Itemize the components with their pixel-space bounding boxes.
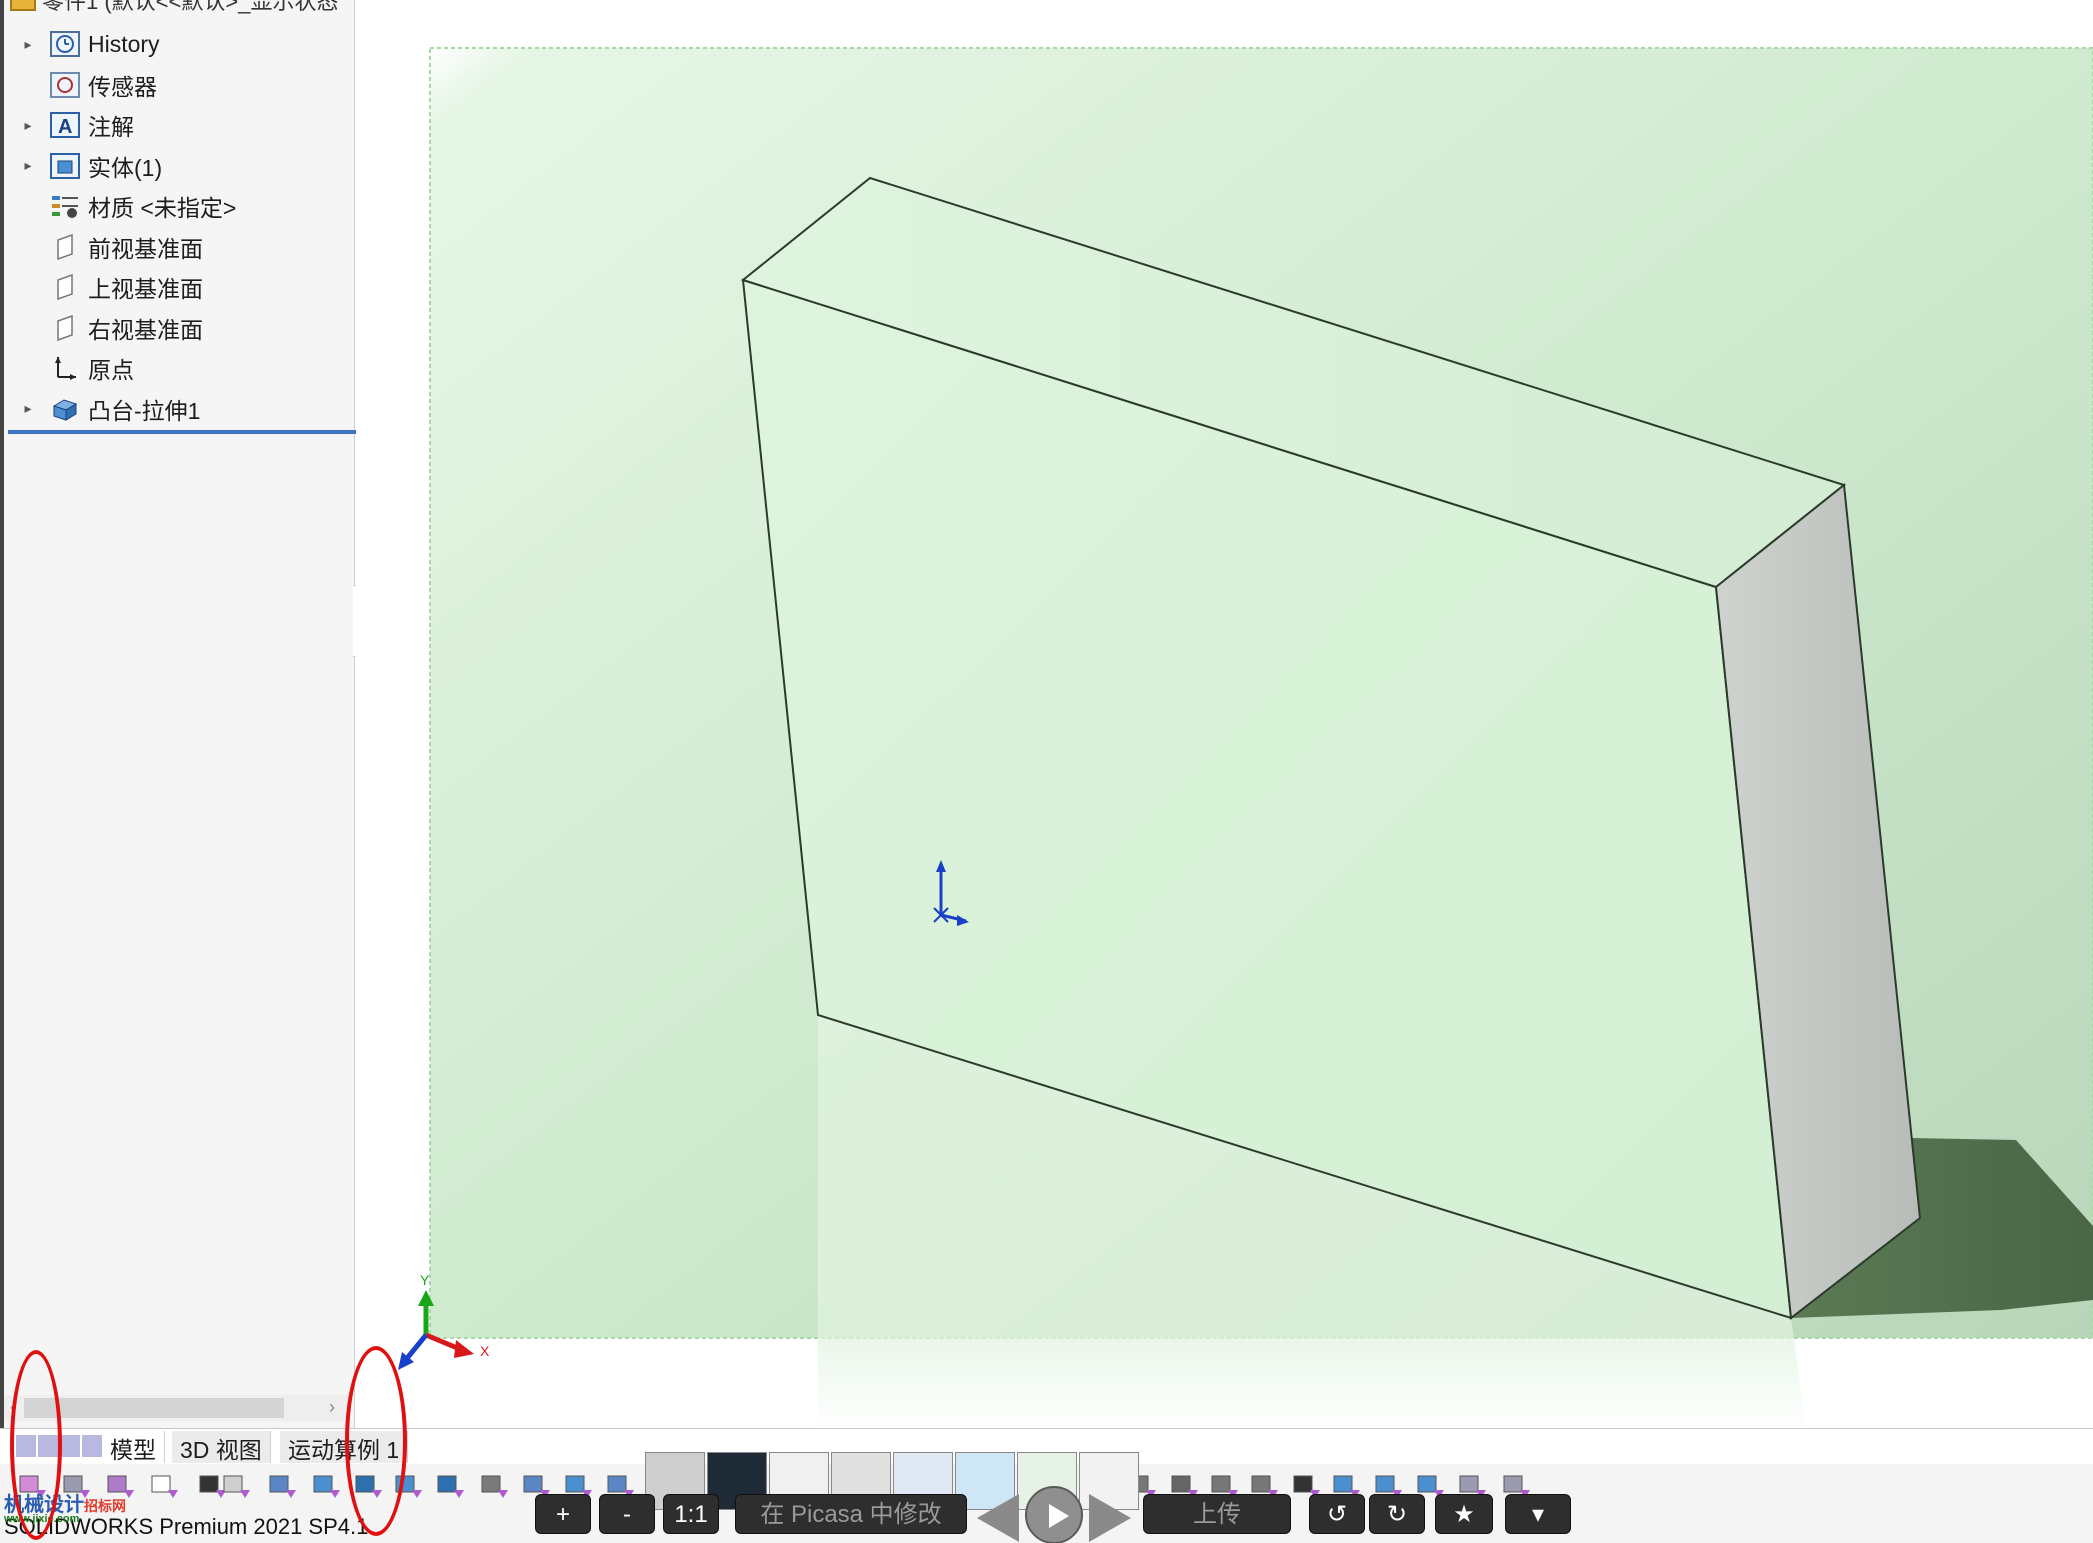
tree-item-label: 传感器 xyxy=(88,73,157,100)
tree-item-label: 原点 xyxy=(88,357,134,383)
more-options-button[interactable]: ▾ xyxy=(1505,1494,1571,1534)
upload-button[interactable]: 上传 xyxy=(1143,1494,1291,1534)
tree-item[interactable]: 前视基准面 xyxy=(4,227,354,267)
tree-item-label: 凸台-拉伸1 xyxy=(88,397,201,424)
tree-item-label: 材质 <未指定> xyxy=(88,195,237,221)
star-button[interactable]: ★ xyxy=(1435,1494,1493,1534)
watermark-accent: 招标网 xyxy=(84,1498,126,1514)
expand-arrow-icon[interactable]: ▸ xyxy=(18,400,38,417)
tree-item-label: 注解 xyxy=(88,114,134,140)
material-icon xyxy=(48,191,82,221)
svg-text:A: A xyxy=(58,116,72,138)
part-title[interactable]: 零件1 (默认<<默认>_显示状态 xyxy=(10,0,338,16)
tree-item[interactable]: 右视基准面 xyxy=(4,308,354,348)
tree-item[interactable]: 材质 <未指定> xyxy=(4,186,354,226)
filter-vertex-icon[interactable] xyxy=(266,1472,298,1502)
select-icon[interactable] xyxy=(148,1472,180,1502)
rotate-cw-button[interactable]: ↻ xyxy=(1369,1494,1425,1534)
triad-x-label: X xyxy=(480,1343,490,1359)
solid-body-icon xyxy=(48,151,82,181)
scroll-right-icon[interactable]: › xyxy=(329,1397,335,1418)
tab-last-icon[interactable] xyxy=(82,1435,102,1457)
plane-icon xyxy=(48,232,82,262)
prev-image-icon[interactable] xyxy=(977,1494,1019,1542)
origin-icon xyxy=(48,353,82,383)
next-image-icon[interactable] xyxy=(1089,1494,1131,1542)
tree-item[interactable]: 上视基准面 xyxy=(4,267,354,307)
annotation-icon: A xyxy=(48,110,82,140)
floor-fade xyxy=(430,1338,2093,1428)
expand-arrow-icon[interactable]: ▸ xyxy=(18,36,38,53)
tree-item-label: 右视基准面 xyxy=(88,316,203,343)
zoom-in-button[interactable]: + xyxy=(535,1494,591,1534)
tab-next-icon[interactable] xyxy=(60,1435,80,1457)
graphics-viewport[interactable]: Y X xyxy=(356,0,2093,1428)
tree-item-label: 上视基准面 xyxy=(88,276,203,302)
play-slideshow-icon[interactable] xyxy=(1025,1486,1083,1543)
zoom-out-button[interactable]: - xyxy=(599,1494,655,1534)
part-icon xyxy=(10,0,36,11)
rotate-ccw-button[interactable]: ↺ xyxy=(1309,1494,1365,1534)
highlight-ring-right xyxy=(345,1346,407,1536)
scroll-thumb[interactable] xyxy=(24,1398,284,1418)
plane-icon xyxy=(48,272,82,302)
filter-axis-icon[interactable] xyxy=(310,1472,342,1502)
tree-item[interactable]: ▸ History xyxy=(4,24,354,64)
triad-y-label: Y xyxy=(420,1272,430,1288)
tree-item[interactable]: ▸ 凸台-拉伸1 xyxy=(4,389,354,429)
tree-item-label: 前视基准面 xyxy=(88,235,203,262)
tab-3d-view[interactable]: 3D 视图 xyxy=(172,1431,271,1463)
boss-extrude-icon xyxy=(48,394,82,424)
filter-body-icon[interactable] xyxy=(434,1472,466,1502)
edit-in-picasa-button[interactable]: 在 Picasa 中修改 xyxy=(735,1494,967,1534)
tree-item-label: 实体(1) xyxy=(88,154,163,181)
highlight-ring-left xyxy=(10,1350,62,1540)
tree-item-label: History xyxy=(88,30,160,57)
tab-model[interactable]: 模型 xyxy=(102,1431,165,1463)
actual-size-button[interactable]: 1:1 xyxy=(663,1494,719,1534)
tree-item[interactable]: ▸ 实体(1) xyxy=(4,146,354,186)
tree-item[interactable]: 原点 xyxy=(4,348,354,388)
select-other-icon[interactable] xyxy=(220,1472,252,1502)
part-title-text: 零件1 (默认<<默认>_显示状态 xyxy=(42,0,339,14)
model-canvas[interactable]: Y X xyxy=(356,0,2093,1428)
expand-arrow-icon[interactable]: ▸ xyxy=(18,117,38,134)
rollback-bar[interactable] xyxy=(8,430,356,434)
plane-icon xyxy=(48,313,82,343)
filter-line-icon[interactable] xyxy=(478,1472,510,1502)
tree-item[interactable]: ▸ A 注解 xyxy=(4,105,354,145)
feature-tree-panel: 零件1 (默认<<默认>_显示状态 ▸ History 传感器 ▸ A 注解 ▸ 实体(1) 材… xyxy=(0,0,356,1430)
history-icon xyxy=(48,29,82,59)
sensor-icon xyxy=(48,70,82,100)
tree-item[interactable]: 传感器 xyxy=(4,65,354,105)
expand-arrow-icon[interactable]: ▸ xyxy=(18,157,38,174)
